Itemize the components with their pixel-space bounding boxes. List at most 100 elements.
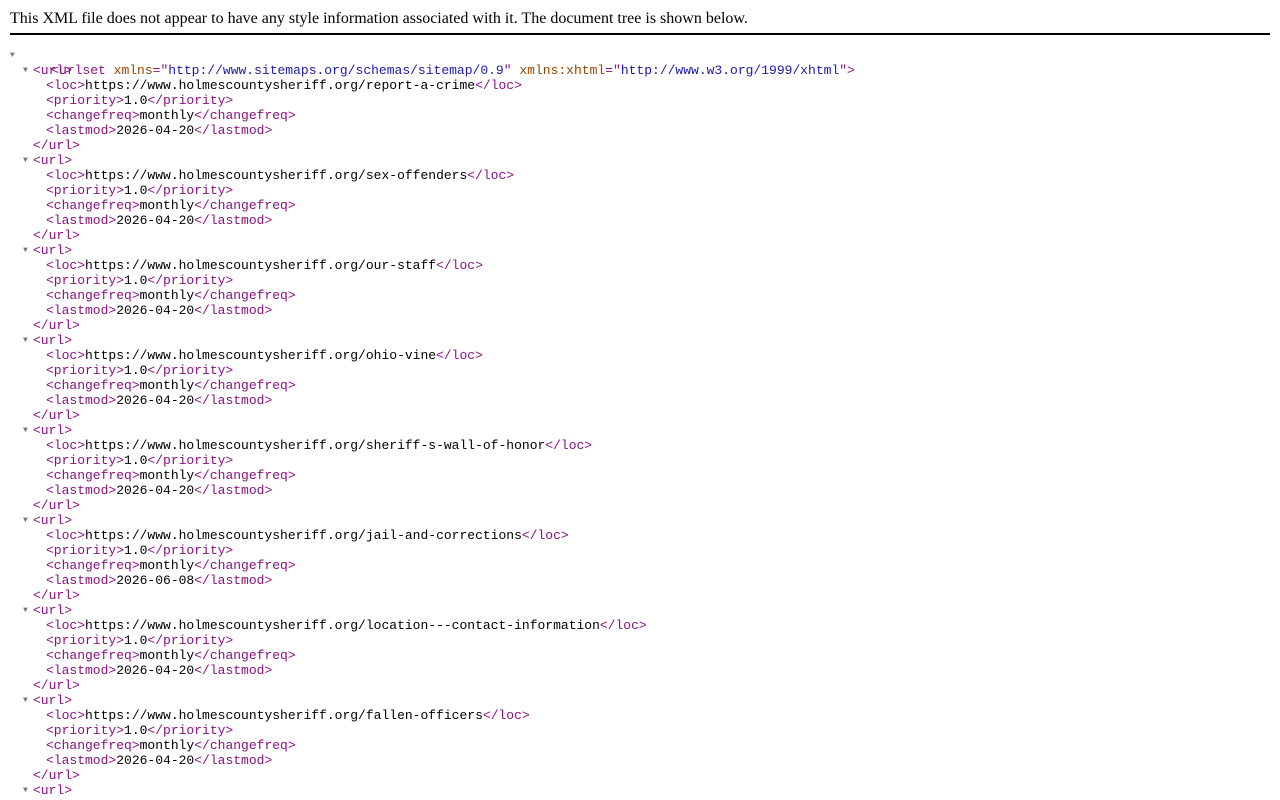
- lastmod-element: <lastmod>2026-04-20</lastmod>: [10, 123, 1270, 138]
- url-open-tag: ▼ <url>: [10, 693, 1270, 708]
- lastmod-open-tag: <lastmod>: [46, 303, 117, 318]
- loc-close-tag: </loc>: [521, 528, 569, 543]
- lastmod-close-tag: </lastmod>: [194, 123, 273, 138]
- changefreq-close-tag: </changefreq>: [194, 378, 296, 393]
- collapse-triangle-icon[interactable]: ▼: [23, 783, 33, 798]
- lastmod-close-tag: </lastmod>: [194, 753, 273, 768]
- collapse-triangle-icon[interactable]: ▼: [23, 693, 33, 708]
- lastmod-element: <lastmod>2026-04-20</lastmod>: [10, 393, 1270, 408]
- lastmod-open-tag: <lastmod>: [46, 483, 117, 498]
- url-tag: <url>: [33, 513, 73, 528]
- url-entries: ▼ <url> <loc>https://www.holmescountysheri…: [10, 63, 1270, 798]
- url-close-tag: </url>: [33, 588, 80, 603]
- changefreq-open-tag: <changefreq>: [46, 108, 140, 123]
- url-close-tag: </url>: [33, 318, 80, 333]
- lastmod-element: <lastmod>2026-04-20</lastmod>: [10, 663, 1270, 678]
- lastmod-open-tag: <lastmod>: [46, 573, 117, 588]
- url-entry: ▼ <url> <loc>https://www.holmescountysheri…: [10, 243, 1270, 333]
- loc-close-tag: </loc>: [482, 708, 530, 723]
- loc-open-tag: <loc>: [46, 618, 86, 633]
- priority-open-tag: <priority>: [46, 273, 125, 288]
- loc-open-tag: <loc>: [46, 438, 86, 453]
- loc-value: https://www.holmescountysheriff.org/repo…: [85, 78, 476, 93]
- loc-element: <loc>https://www.holmescountysheriff.org…: [10, 168, 1270, 183]
- lastmod-close-tag: </lastmod>: [194, 393, 273, 408]
- lastmod-value: 2026-04-20: [116, 393, 195, 408]
- url-tag: <url>: [33, 153, 73, 168]
- priority-open-tag: <priority>: [46, 723, 125, 738]
- lastmod-open-tag: <lastmod>: [46, 753, 117, 768]
- url-entry: ▼ <url> <loc>https://www.holmescountysheri…: [10, 603, 1270, 693]
- lastmod-open-tag: <lastmod>: [46, 213, 117, 228]
- changefreq-open-tag: <changefreq>: [46, 738, 140, 753]
- lastmod-value: 2026-04-20: [116, 303, 195, 318]
- collapse-triangle-icon[interactable]: ▼: [23, 513, 33, 528]
- collapse-triangle-icon[interactable]: ▼: [23, 63, 33, 78]
- collapse-triangle-icon[interactable]: ▼: [23, 153, 33, 168]
- priority-close-tag: </priority>: [147, 183, 234, 198]
- loc-open-tag: <loc>: [46, 708, 86, 723]
- collapse-triangle-icon[interactable]: ▼: [23, 423, 33, 438]
- lastmod-value: 2026-04-20: [116, 483, 195, 498]
- changefreq-element: <changefreq>monthly</changefreq>: [10, 108, 1270, 123]
- url-entry: ▼ <url> <loc>https://www.holmescountysheri…: [10, 513, 1270, 603]
- changefreq-close-tag: </changefreq>: [194, 108, 296, 123]
- priority-value: 1.0: [124, 363, 148, 378]
- priority-open-tag: <priority>: [46, 93, 125, 108]
- url-tag: <url>: [33, 783, 73, 798]
- changefreq-close-tag: </changefreq>: [194, 738, 296, 753]
- priority-element: <priority>1.0</priority>: [10, 273, 1270, 288]
- url-open-tag: ▼ <url>: [10, 63, 1270, 78]
- url-close-tag: </url>: [33, 768, 80, 783]
- collapse-triangle-icon[interactable]: ▼: [23, 243, 33, 258]
- loc-close-tag: </loc>: [467, 168, 515, 183]
- loc-open-tag: <loc>: [46, 348, 86, 363]
- loc-element: <loc>https://www.holmescountysheriff.org…: [10, 78, 1270, 93]
- priority-value: 1.0: [124, 633, 148, 648]
- priority-element: <priority>1.0</priority>: [10, 453, 1270, 468]
- url-open-tag: ▼ <url>: [10, 783, 1270, 798]
- priority-open-tag: <priority>: [46, 363, 125, 378]
- changefreq-open-tag: <changefreq>: [46, 288, 140, 303]
- priority-value: 1.0: [124, 453, 148, 468]
- changefreq-value: monthly: [139, 378, 195, 393]
- loc-close-tag: </loc>: [545, 438, 593, 453]
- changefreq-element: <changefreq>monthly</changefreq>: [10, 648, 1270, 663]
- xml-document-tree: ▼ <urlset xmlns="http://www.sitemaps.org/…: [10, 48, 1270, 798]
- url-tag: <url>: [33, 603, 73, 618]
- url-entry: ▼ <url> <loc>https://www.holmescountysheri…: [10, 333, 1270, 423]
- url-entry: ▼ <url> <loc>https://www.holmescountysheri…: [10, 423, 1270, 513]
- changefreq-open-tag: <changefreq>: [46, 648, 140, 663]
- changefreq-open-tag: <changefreq>: [46, 468, 140, 483]
- loc-element: <loc>https://www.holmescountysheriff.org…: [10, 618, 1270, 633]
- loc-value: https://www.holmescountysheriff.org/ohio…: [85, 348, 437, 363]
- priority-open-tag: <priority>: [46, 453, 125, 468]
- changefreq-value: monthly: [139, 288, 195, 303]
- loc-value: https://www.holmescountysheriff.org/sex-…: [85, 168, 468, 183]
- loc-element: <loc>https://www.holmescountysheriff.org…: [10, 348, 1270, 363]
- url-open-tag: ▼ <url>: [10, 243, 1270, 258]
- priority-element: <priority>1.0</priority>: [10, 363, 1270, 378]
- lastmod-element: <lastmod>2026-06-08</lastmod>: [10, 573, 1270, 588]
- changefreq-close-tag: </changefreq>: [194, 468, 296, 483]
- lastmod-close-tag: </lastmod>: [194, 213, 273, 228]
- url-tag: <url>: [33, 63, 73, 78]
- url-close-tag: </url>: [33, 408, 80, 423]
- lastmod-open-tag: <lastmod>: [46, 663, 117, 678]
- changefreq-value: monthly: [139, 738, 195, 753]
- lastmod-value: 2026-04-20: [116, 213, 195, 228]
- priority-close-tag: </priority>: [147, 723, 234, 738]
- loc-close-tag: </loc>: [436, 348, 483, 363]
- url-entry: ▼ <url> <loc>https://www.holmescountysheri…: [10, 63, 1270, 153]
- changefreq-close-tag: </changefreq>: [194, 558, 296, 573]
- collapse-triangle-icon[interactable]: ▼: [23, 603, 33, 618]
- loc-value: https://www.holmescountysheriff.org/loca…: [85, 618, 600, 633]
- priority-value: 1.0: [124, 273, 148, 288]
- collapse-triangle-icon[interactable]: ▼: [10, 48, 20, 63]
- priority-element: <priority>1.0</priority>: [10, 183, 1270, 198]
- priority-open-tag: <priority>: [46, 543, 125, 558]
- lastmod-value: 2026-04-20: [116, 123, 195, 138]
- changefreq-element: <changefreq>monthly</changefreq>: [10, 558, 1270, 573]
- collapse-triangle-icon[interactable]: ▼: [23, 333, 33, 348]
- changefreq-element: <changefreq>monthly</changefreq>: [10, 288, 1270, 303]
